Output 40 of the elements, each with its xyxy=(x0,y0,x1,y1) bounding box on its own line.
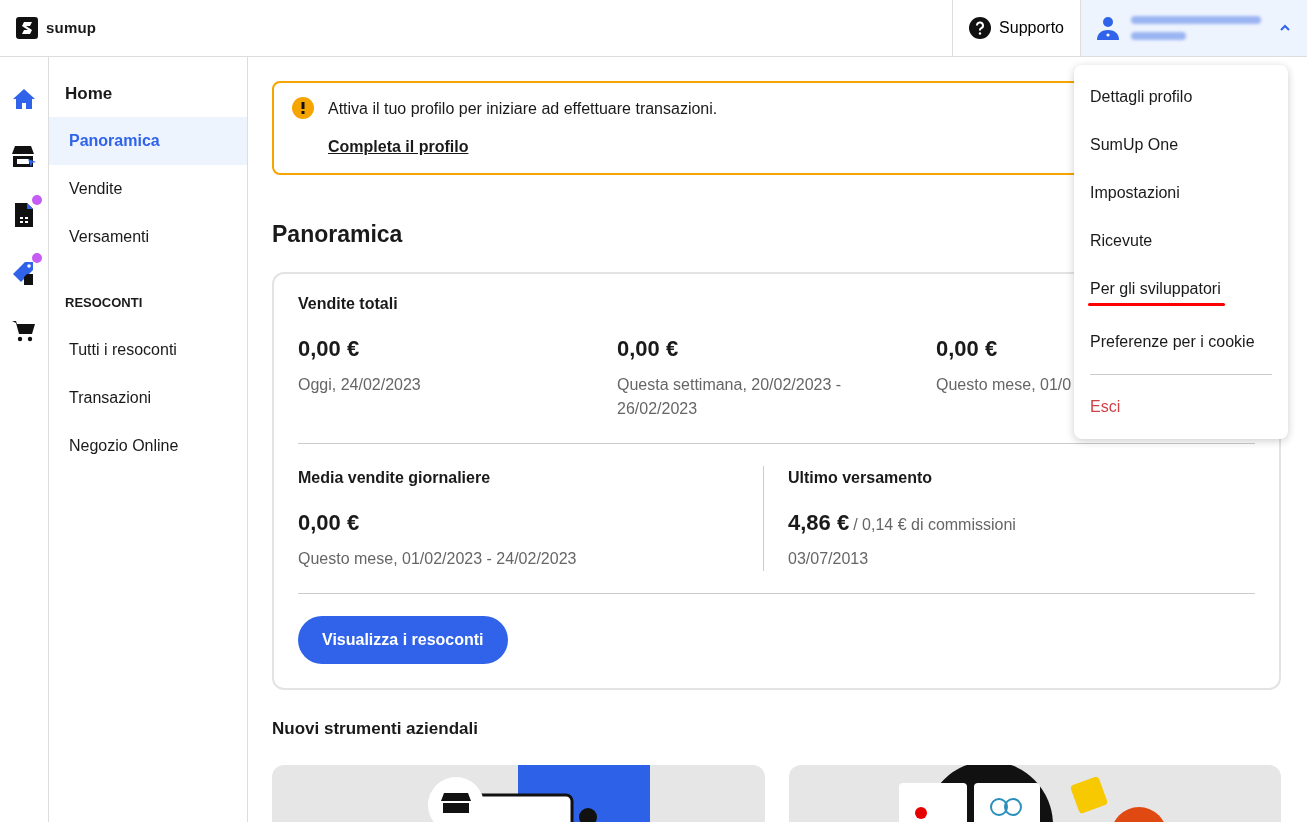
sidebar-item[interactable]: Versamenti xyxy=(49,212,247,261)
logo-text: sumup xyxy=(46,17,97,38)
menu-item[interactable]: Ricevute xyxy=(1074,217,1288,265)
amount: 0,00 € xyxy=(298,508,361,537)
sidebar-item[interactable]: Transazioni xyxy=(49,374,247,422)
stat-caption: Questo mese, 01/0 xyxy=(936,374,1073,395)
page-title: Panoramica xyxy=(272,221,403,247)
amount: 4,86 € xyxy=(788,508,850,537)
sidebar-section-title: RESOCONTI xyxy=(64,293,144,312)
blurred-name xyxy=(1131,32,1186,40)
user-menu-button[interactable] xyxy=(1080,0,1307,56)
user-icon xyxy=(1097,16,1119,40)
menu-item[interactable]: Per gli sviluppatori xyxy=(1074,265,1288,318)
menu-item[interactable]: Preferenze per i cookie xyxy=(1074,318,1288,366)
logo-icon xyxy=(16,17,38,39)
card-title: Ultimo versamento xyxy=(788,467,934,488)
warning-icon xyxy=(292,97,314,119)
stat-caption: Oggi, 24/02/2023 xyxy=(298,374,422,395)
sidebar-item[interactable]: Panoramica xyxy=(49,116,247,165)
section-title: Nuovi strumenti aziendali xyxy=(272,717,479,740)
stat-caption: Questa settimana, 20/02/2023 - 26/02/2023 xyxy=(617,374,843,419)
sidebar-item[interactable]: Tutti i resoconti xyxy=(49,326,247,374)
alert-text: Attiva il tuo profilo per iniziare ad effettuare transazioni. xyxy=(328,99,718,119)
card-title: Vendite totali xyxy=(298,293,399,314)
menu-item[interactable]: SumUp One xyxy=(1074,121,1288,169)
menu-item[interactable]: Esci xyxy=(1074,383,1288,431)
help-icon xyxy=(969,17,992,39)
amount: 0,00 € xyxy=(617,334,680,363)
amount: 0,00 € xyxy=(298,334,361,363)
card-title: Media vendite giornaliere xyxy=(298,467,492,488)
sidebar-item[interactable]: Negozio Online xyxy=(49,422,247,470)
sidebar-heading: Home xyxy=(64,83,114,105)
menu-item[interactable]: Dettagli profilo xyxy=(1074,73,1288,121)
complete-profile-link[interactable]: Completa il profilo xyxy=(328,135,469,159)
fee-text: / 0,14 € di commissioni xyxy=(853,514,1016,535)
stat-caption: Questo mese, 01/02/2023 - 24/02/2023 xyxy=(298,548,578,569)
sidebar-item[interactable]: Vendite xyxy=(49,164,247,213)
menu-item[interactable]: Impostazioni xyxy=(1074,169,1288,217)
stat-caption: 03/07/2013 xyxy=(788,548,870,569)
view-reports-button[interactable]: Visualizza i resoconti xyxy=(298,615,508,664)
